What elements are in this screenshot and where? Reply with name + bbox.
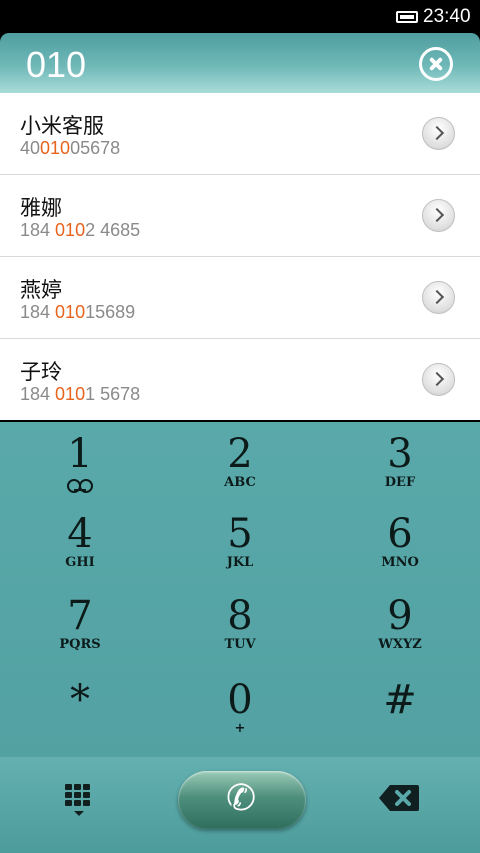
key-0[interactable]: 0 +	[160, 668, 320, 750]
list-item[interactable]: 小米客服 4001005678	[0, 93, 480, 175]
key-3[interactable]: 3 DEF	[320, 422, 480, 504]
search-header: 010	[0, 33, 480, 93]
key-letters: +	[234, 721, 246, 736]
number-match: 010	[55, 302, 86, 322]
list-item[interactable]: 雅娜 184 0102 4685	[0, 175, 480, 257]
key-digit: 9	[387, 593, 413, 639]
contact-name: 雅娜	[20, 196, 62, 220]
number-prefix: 40	[20, 138, 41, 158]
number-match: 010	[55, 220, 86, 240]
number-match: 010	[55, 384, 86, 404]
results-list: 小米客服 4001005678 雅娜 184 0102 4685 燕婷 184 …	[0, 93, 480, 420]
number-suffix: 2 4685	[85, 220, 141, 240]
number-suffix: 15689	[85, 302, 136, 322]
key-digit: 8	[227, 593, 253, 639]
contact-name: 子玲	[20, 360, 62, 384]
number-suffix: 1 5678	[85, 384, 141, 404]
contact-name: 小米客服	[20, 114, 104, 138]
call-button[interactable]: ✆	[178, 771, 306, 829]
key-letters: GHI	[65, 555, 95, 570]
key-9[interactable]: 9 WXYZ	[320, 584, 480, 666]
key-letters: ABC	[224, 475, 256, 490]
key-7[interactable]: 7 PQRS	[0, 584, 160, 666]
status-time: 23:40	[423, 6, 471, 27]
key-letters: TUV	[224, 637, 256, 652]
key-letters: MNO	[381, 555, 419, 570]
voicemail-icon	[67, 479, 93, 493]
chevron-right-icon[interactable]	[422, 363, 455, 396]
key-2[interactable]: 2 ABC	[160, 422, 320, 504]
key-digit: *	[70, 677, 90, 723]
chevron-right-icon[interactable]	[422, 281, 455, 314]
key-digit: 4	[67, 511, 93, 557]
key-4[interactable]: 4 GHI	[0, 502, 160, 584]
key-digit: 3	[387, 431, 413, 477]
key-digit: 2	[227, 431, 253, 477]
status-bar: 23:40	[0, 0, 480, 33]
list-item[interactable]: 燕婷 184 01015689	[0, 257, 480, 339]
key-1[interactable]: 1	[0, 422, 160, 504]
key-digit: 1	[67, 431, 93, 477]
backspace-icon[interactable]	[378, 783, 420, 813]
key-hash[interactable]: #	[320, 668, 480, 750]
number-prefix: 184	[20, 302, 56, 322]
contact-number: 184 01015689	[20, 302, 135, 323]
key-digit: 6	[387, 511, 413, 557]
chevron-right-icon[interactable]	[422, 199, 455, 232]
battery-icon	[396, 11, 418, 23]
key-letters: WXYZ	[378, 637, 422, 652]
search-query[interactable]: 010	[26, 44, 86, 86]
list-item[interactable]: 子玲 184 0101 5678	[0, 339, 480, 420]
number-prefix: 184	[20, 220, 56, 240]
close-circle-icon[interactable]	[419, 47, 453, 81]
key-6[interactable]: 6 MNO	[320, 502, 480, 584]
chevron-right-icon[interactable]	[422, 117, 455, 150]
dialpad-icon[interactable]	[62, 781, 96, 817]
key-digit: 7	[67, 593, 93, 639]
number-prefix: 184	[20, 384, 56, 404]
contact-number: 184 0102 4685	[20, 220, 140, 241]
key-digit: 5	[227, 511, 253, 557]
number-suffix: 05678	[70, 138, 121, 158]
contact-number: 184 0101 5678	[20, 384, 140, 405]
contact-number: 4001005678	[20, 138, 120, 159]
action-bar: ✆	[0, 757, 480, 853]
key-5[interactable]: 5 JKL	[160, 502, 320, 584]
key-digit: 0	[227, 677, 253, 723]
key-letters: PQRS	[59, 637, 101, 652]
contact-name: 燕婷	[20, 278, 62, 302]
phone-icon: ✆	[226, 778, 257, 819]
key-letters: DEF	[384, 475, 416, 490]
number-match: 010	[40, 138, 71, 158]
key-letters: JKL	[226, 555, 254, 570]
key-star[interactable]: *	[0, 668, 160, 750]
key-8[interactable]: 8 TUV	[160, 584, 320, 666]
key-digit: #	[383, 677, 417, 723]
